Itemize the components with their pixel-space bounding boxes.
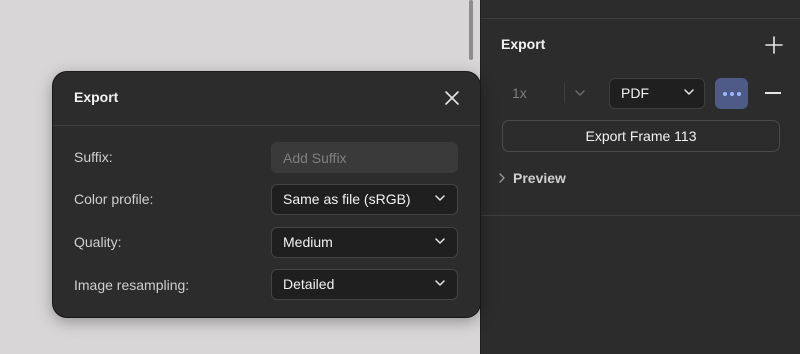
remove-export-button[interactable]: [765, 92, 781, 94]
quality-value: Medium: [283, 234, 333, 250]
preview-label: Preview: [513, 170, 566, 186]
export-settings-dialog: Export Suffix: Color profile: Same as fi…: [53, 72, 480, 317]
more-dots-icon: [729, 91, 734, 96]
dialog-title: Export: [74, 89, 119, 105]
chevron-down-icon: [684, 89, 694, 95]
export-frame-button[interactable]: Export Frame 113: [502, 120, 780, 152]
suffix-input[interactable]: [271, 142, 458, 173]
scale-input[interactable]: 1x: [495, 78, 567, 108]
more-dots-icon: [722, 91, 727, 96]
chevron-down-icon: [575, 90, 585, 96]
chevron-down-icon: [435, 280, 445, 286]
export-section-title: Export: [501, 36, 546, 52]
quality-label: Quality:: [74, 234, 122, 250]
preview-toggle[interactable]: Preview: [499, 168, 566, 188]
color-profile-value: Same as file (sRGB): [283, 191, 411, 207]
color-profile-label: Color profile:: [74, 191, 154, 207]
close-icon: [445, 91, 459, 105]
format-select-value: PDF: [621, 85, 649, 101]
image-resampling-value: Detailed: [283, 276, 335, 292]
image-resampling-label: Image resampling:: [74, 277, 190, 293]
divider: [564, 83, 565, 103]
color-profile-select[interactable]: Same as file (sRGB): [271, 184, 458, 215]
export-settings-button[interactable]: [715, 78, 748, 109]
export-setting-row: 1x PDF: [481, 75, 800, 111]
chevron-down-icon: [435, 238, 445, 244]
scale-dropdown-button[interactable]: [567, 78, 593, 108]
export-panel: Export 1x PDF Export Frame 113 Preview: [480, 0, 800, 354]
more-dots-icon: [736, 91, 741, 96]
chevron-right-icon: [499, 173, 505, 183]
add-export-button[interactable]: [763, 34, 785, 56]
divider: [481, 18, 800, 19]
divider: [481, 215, 800, 216]
canvas-scrollbar[interactable]: [469, 0, 473, 60]
suffix-label: Suffix:: [74, 149, 113, 165]
format-select[interactable]: PDF: [609, 78, 705, 109]
image-resampling-select[interactable]: Detailed: [271, 269, 458, 300]
divider: [53, 125, 480, 126]
chevron-down-icon: [435, 195, 445, 201]
close-dialog-button[interactable]: [442, 88, 462, 108]
plus-icon: [765, 36, 783, 54]
quality-select[interactable]: Medium: [271, 227, 458, 258]
